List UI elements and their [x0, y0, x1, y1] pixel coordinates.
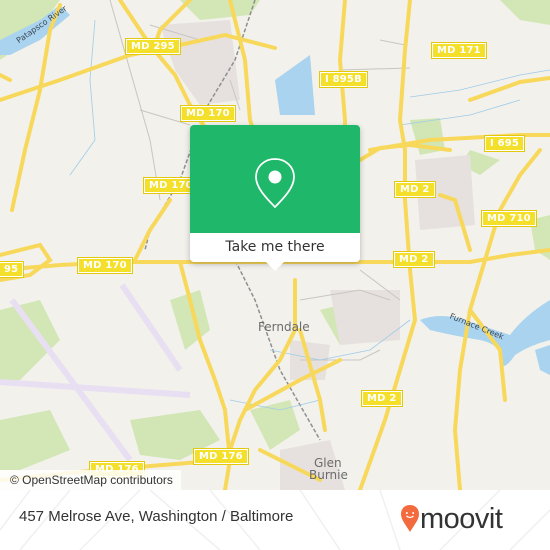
place-label-ferndale: Ferndale	[258, 320, 310, 334]
map-pin-icon	[255, 158, 295, 209]
popup-tail	[266, 262, 284, 271]
road-shield: MD 2	[361, 390, 403, 407]
moovit-pin-icon	[401, 505, 419, 532]
road-shield: MD 170	[77, 257, 133, 274]
take-me-there-button[interactable]: Take me there	[190, 233, 360, 262]
road-shield: I 695	[483, 135, 526, 152]
address-text: 457 Melrose Ave, Washington / Baltimore	[19, 508, 294, 525]
map-attribution[interactable]: © OpenStreetMap contributors	[0, 470, 181, 490]
road-shield: MD 170	[180, 105, 236, 122]
moovit-wordmark: moovit	[420, 503, 503, 535]
road-shield: MD 710	[481, 210, 537, 227]
road-shield: MD 171	[431, 42, 487, 59]
popup-header	[190, 125, 360, 233]
road-shield: I 895B	[319, 71, 368, 88]
place-label-burnie: Burnie	[309, 468, 348, 482]
footer: 457 Melrose Ave, Washington / Baltimore …	[0, 490, 550, 550]
road-shield: 95	[0, 261, 25, 278]
road-shield: MD 176	[193, 448, 249, 465]
road-shield: MD 295	[125, 38, 181, 55]
road-shield: MD 2	[394, 181, 436, 198]
road-shield: MD 2	[393, 251, 435, 268]
location-popup[interactable]: Take me there	[190, 125, 360, 271]
